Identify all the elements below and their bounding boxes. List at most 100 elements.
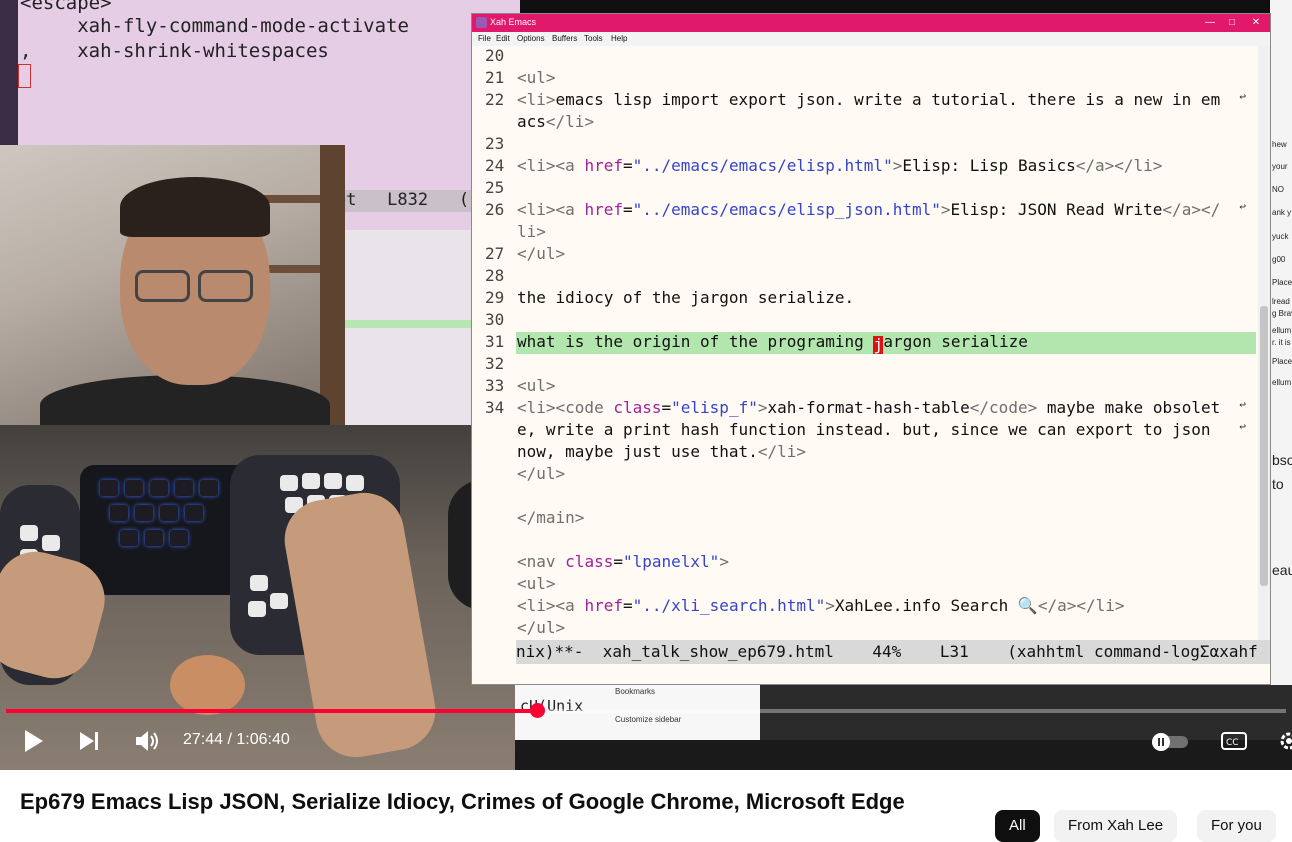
keycap [160, 505, 178, 521]
desktop-icon-strip [0, 0, 18, 145]
keycap [20, 525, 38, 541]
webcam-face [0, 145, 345, 425]
keycap [42, 535, 60, 551]
code-line: 27 </ul> [485, 244, 566, 263]
code-line: 34 <li><code class="elisp_f">xah-format-h… [485, 398, 1246, 417]
menu-options[interactable]: Options [517, 34, 545, 43]
bg-chat-text: to [1272, 476, 1284, 492]
keycap [175, 480, 193, 496]
glasses-icon [135, 270, 190, 302]
next-button[interactable] [78, 730, 102, 752]
chip-all[interactable]: All [995, 810, 1040, 842]
volume-icon [136, 731, 158, 751]
keycap [346, 475, 364, 491]
menu-help[interactable]: Help [611, 34, 627, 43]
code-line: </main> [517, 508, 585, 527]
bg-code-line: <escape> [20, 0, 112, 14]
code-line: 24 <li><a href="../emacs/emacs/elisp.html… [485, 156, 1163, 175]
keycap [200, 480, 218, 496]
video-player[interactable]: <escape> xah-fly-command-mode-activate ,… [0, 0, 1292, 770]
right-hand [278, 486, 442, 764]
code-line: now, maybe just use that.</li> [517, 442, 806, 461]
bg-chat-text: ank y [1272, 208, 1292, 217]
progress-bar[interactable] [6, 703, 1286, 718]
chip-from-author[interactable]: From Xah Lee [1054, 810, 1178, 842]
bg-customize-label: Customize sidebar [615, 715, 682, 724]
bg-chat-text: g00 [1272, 255, 1286, 264]
keycap [302, 473, 320, 489]
keycap [100, 480, 118, 496]
bg-code-line: xah-fly-command-mode-activate [20, 15, 409, 37]
keycap [185, 505, 203, 521]
emacs-titlebar[interactable]: Xah Emacs — □ ✕ [472, 14, 1270, 32]
svg-text:CC: CC [1226, 738, 1239, 748]
bg-chat-text: NO [1272, 185, 1284, 194]
bg-cursor [18, 64, 31, 88]
autoplay-toggle[interactable] [1150, 733, 1190, 751]
code-line: e, write a print hash function instead. … [517, 420, 1246, 439]
menu-tools[interactable]: Tools [584, 34, 603, 43]
bg-chat-text: bso [1272, 452, 1292, 468]
bg-chat-text: r. it is [1272, 338, 1291, 347]
emacs-app-icon [476, 17, 487, 28]
captions-button[interactable]: CC [1220, 731, 1248, 751]
mini-highlight [345, 320, 475, 328]
play-button[interactable] [22, 728, 46, 754]
settings-button[interactable] [1278, 730, 1292, 752]
bg-chat-text: Place [1272, 357, 1292, 366]
code-line: 30 [485, 310, 505, 329]
keycap [250, 575, 268, 591]
code-line: 33 <ul> [485, 376, 556, 395]
bg-chat-text: g Brav [1272, 309, 1292, 318]
keycap [270, 593, 288, 609]
keycap [125, 480, 143, 496]
keycap [110, 505, 128, 521]
code-line: 22 <li>emacs lisp import export json. wri… [485, 90, 1246, 109]
skip-next-icon [80, 732, 98, 750]
emacs-window: Xah Emacs — □ ✕ File Edit Options Buffer… [471, 13, 1271, 685]
emacs-window-title: Xah Emacs [490, 17, 537, 27]
bg-code-line: , xah-shrink-whitespaces [20, 40, 329, 62]
glasses-icon [198, 270, 253, 302]
menu-buffers[interactable]: Buffers [552, 34, 577, 43]
keycap [324, 473, 342, 489]
code-line: 29 the idiocy of the jargon serialize. [485, 288, 855, 307]
code-line: 26 <li><a href="../emacs/emacs/elisp_json… [485, 200, 1246, 219]
emacs-scrollbar-thumb[interactable] [1260, 306, 1268, 586]
emacs-modeline: nix)**- xah_talk_show_ep679.html 44% L31… [516, 640, 1270, 664]
bg-bookmarks-label: Bookmarks [615, 687, 656, 696]
keycap [145, 530, 163, 546]
bg-chat-text: ellum [1272, 326, 1292, 335]
webcam-keyboard [0, 425, 515, 770]
keycap [280, 475, 298, 491]
code-line: <li><a href="../xli_search.html">XahLee.… [517, 596, 1125, 615]
menu-file[interactable]: File [478, 34, 491, 43]
keycap [248, 601, 266, 617]
code-line: 28 [485, 266, 505, 285]
person-hair [120, 177, 270, 237]
close-button[interactable]: ✕ [1242, 15, 1270, 31]
code-editor[interactable]: 20 21 <ul> 22 <li>emacs lisp import export… [472, 46, 1256, 640]
volume-button[interactable] [134, 728, 162, 754]
captions-icon: CC [1221, 732, 1247, 750]
menu-edit[interactable]: Edit [496, 34, 510, 43]
keycap [120, 530, 138, 546]
keycap [170, 530, 188, 546]
coaster [170, 655, 245, 715]
current-line: 31 what is the origin of the programing j… [485, 332, 1256, 354]
code-line: </ul> [517, 464, 566, 483]
shelf-side [320, 145, 345, 425]
gear-icon [1280, 732, 1292, 750]
bg-chat-text: hew [1272, 140, 1287, 149]
chip-for-you[interactable]: For you [1197, 810, 1276, 842]
progress-bar-fill [6, 709, 539, 713]
code-line: 21 <ul> [485, 68, 556, 87]
emacs-scrollbar[interactable] [1258, 46, 1270, 640]
emacs-menubar: File Edit Options Buffers Tools Help [472, 32, 1270, 46]
bg-chat-text: ellum [1272, 378, 1292, 387]
code-line: 20 [485, 46, 505, 65]
time-display: 27:44 / 1:06:40 [183, 731, 290, 748]
code-line: <ul> [517, 574, 556, 593]
bg-chat-text: lread [1272, 297, 1290, 306]
